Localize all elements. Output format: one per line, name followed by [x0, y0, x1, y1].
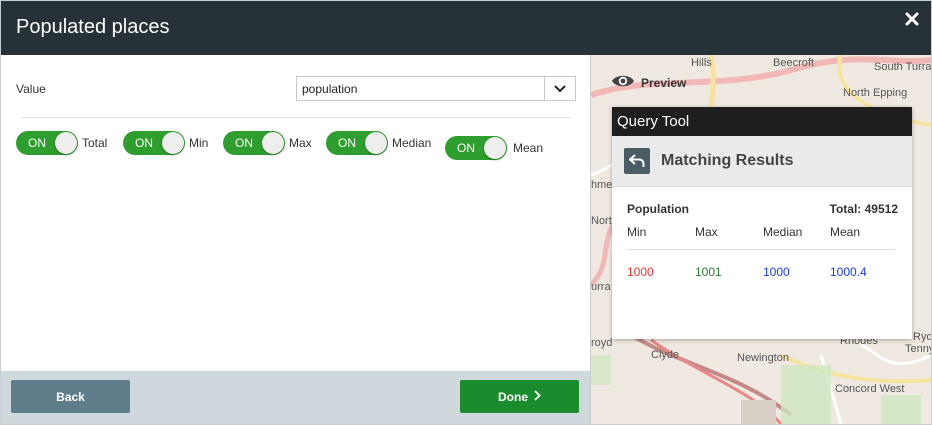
toggle-median[interactable]: ON Median	[326, 131, 431, 155]
toggle-mean[interactable]: ON Mean	[445, 136, 543, 160]
toggle-label: Total	[82, 136, 108, 150]
map-label: Ryd	[913, 331, 932, 343]
map-label: royd	[591, 337, 613, 349]
dialog-header: Populated places	[1, 1, 931, 55]
dialog-title: Populated places	[16, 16, 170, 38]
toggle-label: Min	[189, 136, 209, 150]
map-label: Tenny	[905, 343, 932, 355]
column-max: Max	[695, 225, 718, 239]
map-preview-panel: Hills Beecroft South Turra North Epping …	[590, 55, 932, 424]
map-label: Hills	[691, 57, 712, 69]
value-min: 1000	[627, 265, 654, 279]
preview-toggle[interactable]: Preview	[611, 73, 686, 92]
toggle-min[interactable]: ON Min	[123, 131, 208, 155]
back-button[interactable]: Back	[11, 380, 130, 413]
column-min: Min	[627, 225, 647, 239]
toggle-switch[interactable]: ON	[16, 131, 78, 155]
toggle-switch[interactable]: ON	[326, 131, 388, 155]
dialog-footer: Back Done	[1, 371, 590, 424]
map-label: North Epping	[843, 87, 908, 99]
toggle-knob	[365, 132, 387, 154]
matching-results-header: Matching Results	[612, 136, 912, 187]
map-label: hme	[591, 179, 613, 191]
chevron-right-icon	[534, 389, 541, 404]
toggle-knob	[162, 132, 184, 154]
toggle-state: ON	[338, 136, 356, 150]
total-count: Total: 49512	[829, 202, 898, 216]
undo-back-icon[interactable]	[624, 148, 650, 174]
map-label: Clyde	[651, 349, 680, 361]
done-button[interactable]: Done	[460, 380, 579, 413]
toggle-switch[interactable]: ON	[123, 131, 185, 155]
divider	[627, 249, 895, 250]
toggle-state: ON	[135, 136, 153, 150]
chevron-down-icon[interactable]	[544, 77, 575, 100]
back-button-label: Back	[56, 389, 85, 404]
done-button-label: Done	[498, 389, 528, 404]
value-max: 1001	[695, 265, 722, 279]
value-label: Value	[16, 82, 46, 96]
value-select-text: population	[302, 82, 358, 96]
toggle-state: ON	[28, 136, 46, 150]
map-label: Concord West	[835, 383, 905, 395]
map-label: Beecroft	[773, 57, 814, 69]
toggle-knob	[262, 132, 284, 154]
toggle-knob	[484, 137, 506, 159]
value-select[interactable]: population	[296, 76, 576, 101]
map-label: South Turra	[874, 61, 932, 73]
matching-results-title: Matching Results	[661, 152, 794, 169]
map-label: Newington	[737, 352, 789, 364]
map-label: Nort	[591, 215, 612, 227]
toggle-label: Median	[392, 136, 432, 150]
toggle-label: Max	[289, 136, 312, 150]
query-tool-title: Query Tool	[612, 107, 912, 136]
value-median: 1000	[763, 265, 790, 279]
settings-panel: Value population ON Total ON Min ON Max …	[1, 55, 590, 424]
query-tool-panel: Query Tool Matching Results Population T…	[612, 107, 912, 339]
toggle-state: ON	[457, 141, 475, 155]
preview-label: Preview	[641, 75, 687, 90]
toggle-switch[interactable]: ON	[445, 136, 507, 160]
close-icon[interactable]	[905, 12, 919, 26]
eye-icon	[611, 73, 635, 92]
toggle-knob	[55, 132, 77, 154]
toggle-switch[interactable]: ON	[223, 131, 285, 155]
toggle-max[interactable]: ON Max	[223, 131, 312, 155]
column-mean: Mean	[830, 225, 861, 239]
field-name: Population	[627, 202, 689, 216]
column-median: Median	[763, 225, 803, 239]
results-body: Population Total: 49512 Min Max Median M…	[612, 187, 912, 337]
toggle-label: Mean	[513, 141, 544, 155]
populated-places-dialog: Populated places Value population ON Tot…	[0, 0, 932, 425]
toggle-total[interactable]: ON Total	[16, 131, 107, 155]
toggle-state: ON	[235, 136, 253, 150]
value-mean: 1000.4	[830, 265, 867, 279]
map-label: urra	[591, 281, 611, 293]
divider	[21, 117, 571, 118]
